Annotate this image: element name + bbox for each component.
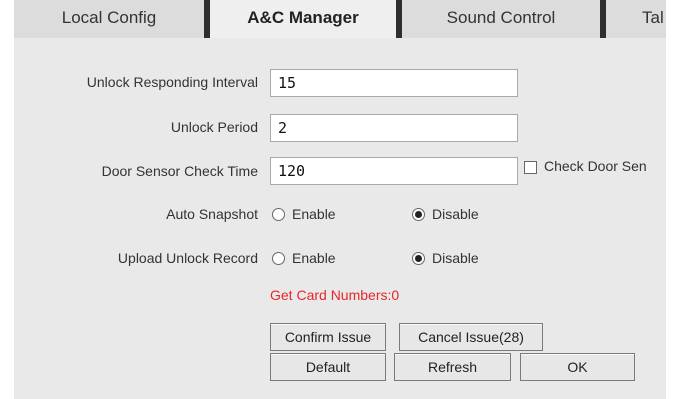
auto-snapshot-enable-label: Enable <box>292 206 336 222</box>
tab-ac-manager[interactable]: A&C Manager <box>210 0 396 38</box>
unlock-interval-label: Unlock Responding Interval <box>86 74 258 90</box>
tab-sound-control[interactable]: Sound Control <box>402 0 600 38</box>
upload-record-enable-label: Enable <box>292 250 336 266</box>
tab-talk[interactable]: Tal <box>606 0 666 38</box>
upload-unlock-record-label: Upload Unlock Record <box>117 250 258 266</box>
unlock-interval-input[interactable] <box>270 69 518 97</box>
auto-snapshot-disable-label: Disable <box>432 206 479 222</box>
check-door-sensor-checkbox[interactable] <box>524 161 537 174</box>
settings-panel: Local Config A&C Manager Sound Control T… <box>14 0 666 399</box>
upload-record-enable-radio[interactable] <box>272 252 285 265</box>
unlock-period-label: Unlock Period <box>170 119 258 135</box>
default-button[interactable]: Default <box>270 353 386 381</box>
unlock-period-input[interactable] <box>270 114 518 142</box>
tab-bar: Local Config A&C Manager Sound Control T… <box>14 0 666 38</box>
upload-record-disable-radio[interactable] <box>412 252 425 265</box>
tab-local-config[interactable]: Local Config <box>14 0 204 38</box>
upload-record-disable-label: Disable <box>432 250 479 266</box>
cancel-issue-button[interactable]: Cancel Issue(28) <box>399 323 543 351</box>
auto-snapshot-disable-radio[interactable] <box>412 208 425 221</box>
auto-snapshot-label: Auto Snapshot <box>166 206 258 222</box>
confirm-issue-button[interactable]: Confirm Issue <box>270 323 386 351</box>
card-numbers-text: Get Card Numbers:0 <box>270 287 400 303</box>
door-sensor-label: Door Sensor Check Time <box>101 163 258 179</box>
ok-button[interactable]: OK <box>520 353 635 381</box>
door-sensor-input[interactable] <box>270 157 518 185</box>
refresh-button[interactable]: Refresh <box>394 353 511 381</box>
check-door-sensor-label: Check Door Sen <box>544 158 647 174</box>
auto-snapshot-enable-radio[interactable] <box>272 208 285 221</box>
